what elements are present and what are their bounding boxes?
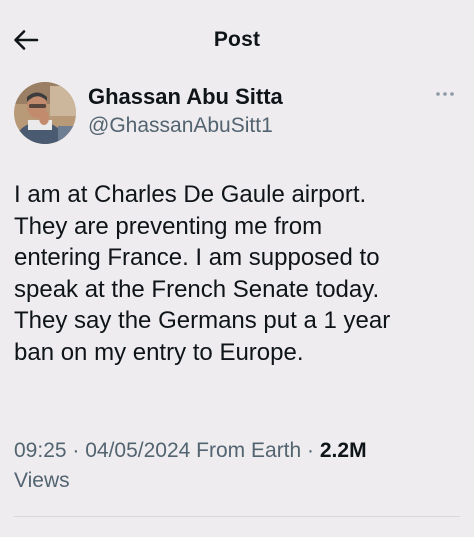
post-text: I am at Charles De Gaule airport. They a…: [14, 181, 391, 366]
page-title: Post: [213, 28, 261, 51]
separator-dot: ·: [66, 439, 86, 462]
author-display-name[interactable]: Ghassan Abu Sitta: [88, 84, 283, 110]
post-metadata: 09:25 · 04/05/2024 From Earth · 2.2M View…: [14, 436, 460, 496]
post-author: Ghassan Abu Sitta @GhassanAbuSitt1: [14, 82, 460, 146]
post-source: From Earth: [190, 439, 302, 462]
views-label: Views: [14, 469, 70, 492]
post-time[interactable]: 09:25: [14, 439, 67, 462]
separator-dot: ·: [301, 439, 320, 462]
author-handle[interactable]: @GhassanAbuSitt1: [88, 114, 273, 138]
views-count: 2.2M: [319, 439, 367, 462]
more-options-button[interactable]: [430, 84, 460, 104]
avatar[interactable]: [14, 82, 76, 144]
divider: [14, 516, 460, 517]
post-date[interactable]: 04/05/2024: [85, 439, 190, 462]
more-horizontal-icon: [436, 92, 454, 96]
top-bar: Post: [0, 0, 474, 80]
